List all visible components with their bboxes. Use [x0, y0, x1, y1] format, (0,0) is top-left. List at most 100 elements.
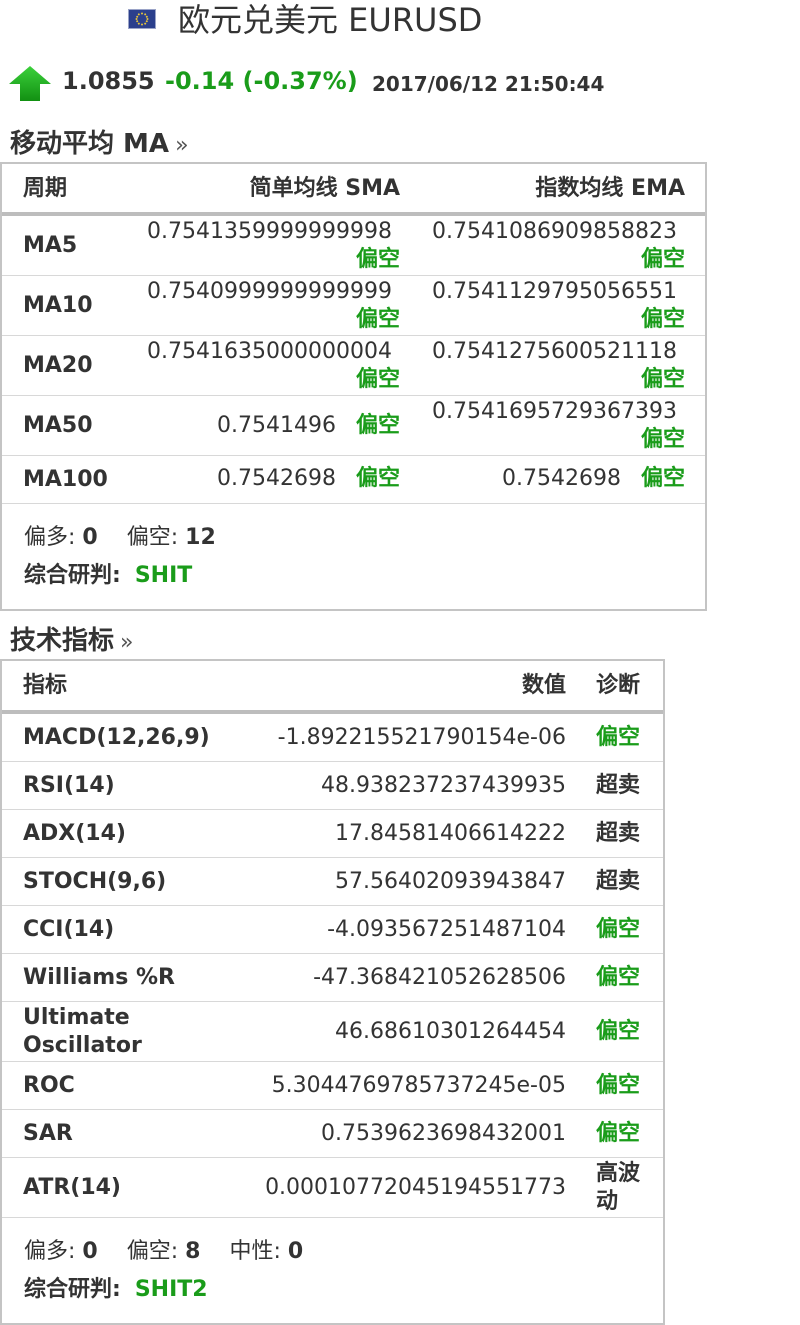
bull-label: 偏多: [24, 1239, 76, 1264]
indicator-value: 46.68610301264454 [335, 1019, 566, 1044]
table-row: RSI(14) 48.938237237439935 超卖 [2, 762, 663, 810]
up-arrow-icon [8, 64, 52, 102]
indicator-diagnosis: 超卖 [596, 821, 641, 846]
ema-value: 0.7541275600521118 [432, 339, 677, 364]
verdict-label: 综合研判: [24, 563, 121, 588]
quote-bar: 1.0855 -0.14 (-0.37%) 2017/06/12 21:50:4… [0, 60, 800, 104]
col-sma: 简单均线 SMA [249, 176, 400, 201]
indicator-diagnosis: 偏空 [596, 1073, 641, 1098]
indicator-diagnosis: 偏空 [596, 725, 641, 750]
indicator-value: -4.093567251487104 [327, 917, 566, 942]
bull-label: 偏多: [24, 525, 76, 550]
ti-table-header: 指标 数值 诊断 [2, 661, 663, 714]
sma-signal: 偏空 [355, 367, 400, 392]
ema-value: 0.7541129795056551 [432, 279, 677, 304]
indicator-value: 17.84581406614222 [335, 821, 566, 846]
neutral-label: 中性: [229, 1239, 281, 1264]
ma-period: MA50 [23, 413, 93, 438]
verdict-value: SHIT2 [134, 1277, 208, 1302]
table-row: MA20 0.7541635000000004 偏空 0.75412756005… [2, 336, 705, 396]
page-title: 欧元兑美元 EURUSD [178, 1, 483, 39]
ti-section-title[interactable]: 技术指标» [10, 625, 133, 659]
indicator-value: 0.00010772045194551773 [265, 1175, 566, 1200]
indicator-name: ADX(14) [23, 821, 126, 846]
ema-value: 0.7541695729367393 [432, 399, 677, 424]
indicator-name: ATR(14) [23, 1175, 121, 1200]
header: 欧元兑美元 EURUSD [0, 0, 800, 42]
ti-table: 指标 数值 诊断 MACD(12,26,9) -1.89221552179015… [0, 659, 665, 1325]
ma-period: MA100 [23, 467, 108, 492]
col-indicator: 指标 [23, 673, 68, 698]
ma-period: MA10 [23, 293, 93, 318]
indicator-name: RSI(14) [23, 773, 115, 798]
ma-period: MA20 [23, 353, 93, 378]
indicator-value: -47.368421052628506 [313, 965, 566, 990]
indicator-name: ROC [23, 1073, 75, 1098]
indicator-name: CCI(14) [23, 917, 115, 942]
table-row: ADX(14) 17.84581406614222 超卖 [2, 810, 663, 858]
sma-value: 0.7541496 [217, 413, 336, 438]
price-value: 1.0855 [62, 67, 155, 95]
bear-label: 偏空: [126, 525, 179, 550]
indicator-value: -1.892215521790154e-06 [277, 725, 566, 750]
table-row: Ultimate Oscillator 46.68610301264454 偏空 [2, 1002, 663, 1062]
ma-more-icon[interactable]: » [175, 133, 188, 158]
col-period: 周期 [23, 176, 68, 201]
ma-verdict: 综合研判: SHIT [24, 562, 192, 590]
ti-title-text: 技术指标 [10, 626, 115, 656]
indicator-name: MACD(12,26,9) [23, 725, 210, 750]
table-row: MA5 0.7541359999999998 偏空 0.754108690985… [2, 216, 705, 276]
indicator-diagnosis: 超卖 [596, 869, 641, 894]
bull-count: 0 [82, 1239, 98, 1264]
ma-table: 周期 简单均线 SMA 指数均线 EMA MA5 0.7541359999999… [0, 162, 707, 611]
sma-value: 0.7541359999999998 [147, 219, 392, 244]
table-row: ATR(14) 0.00010772045194551773 高波动 [2, 1158, 663, 1218]
eu-flag-icon [128, 9, 156, 29]
sma-value: 0.7542698 [217, 466, 336, 491]
quote-timestamp: 2017/06/12 21:50:44 [372, 72, 605, 96]
ema-signal: 偏空 [640, 367, 685, 392]
ma-period: MA5 [23, 233, 78, 258]
indicator-diagnosis: 偏空 [596, 965, 641, 990]
ti-counts: 偏多: 0 偏空: 8 中性: 0 [24, 1238, 303, 1266]
sma-signal: 偏空 [355, 307, 400, 332]
bear-count: 12 [185, 525, 216, 550]
table-row: STOCH(9,6) 57.56402093943847 超卖 [2, 858, 663, 906]
neutral-count: 0 [287, 1239, 304, 1264]
table-row: MA50 0.7541496 偏空 0.7541695729367393 偏空 [2, 396, 705, 456]
indicator-value: 48.938237237439935 [321, 773, 566, 798]
indicator-name: Ultimate Oscillator [23, 1005, 142, 1058]
indicator-diagnosis: 偏空 [596, 917, 641, 942]
table-row: MA100 0.7542698 偏空 0.7542698 偏空 [2, 456, 705, 504]
col-ema: 指数均线 EMA [535, 176, 685, 201]
table-row: ROC 5.3044769785737245e-05 偏空 [2, 1062, 663, 1110]
verdict-value: SHIT [134, 563, 193, 588]
bear-label: 偏空: [126, 1239, 179, 1264]
bull-count: 0 [82, 525, 98, 550]
ma-table-header: 周期 简单均线 SMA 指数均线 EMA [2, 164, 705, 216]
table-row: MA10 0.7540999999999999 偏空 0.75411297950… [2, 276, 705, 336]
ti-verdict: 综合研判: SHIT2 [24, 1276, 208, 1304]
col-value: 数值 [521, 673, 566, 698]
ma-section-title[interactable]: 移动平均 MA» [10, 128, 189, 162]
ema-signal: 偏空 [640, 466, 685, 491]
ma-title-text: 移动平均 MA [10, 129, 170, 159]
ema-value: 0.7541086909858823 [432, 219, 677, 244]
table-row: SAR 0.7539623698432001 偏空 [2, 1110, 663, 1158]
indicator-value: 57.56402093943847 [335, 869, 566, 894]
indicator-value: 5.3044769785737245e-05 [271, 1073, 566, 1098]
ema-value: 0.7542698 [502, 466, 621, 491]
sma-signal: 偏空 [355, 413, 400, 438]
ti-more-icon[interactable]: » [120, 630, 133, 655]
price-change: -0.14 (-0.37%) [165, 67, 358, 95]
col-diagnosis: 诊断 [596, 673, 641, 698]
ema-signal: 偏空 [640, 427, 685, 452]
sma-value: 0.7540999999999999 [147, 279, 392, 304]
bear-count: 8 [185, 1239, 201, 1264]
table-row: Williams %R -47.368421052628506 偏空 [2, 954, 663, 1002]
indicator-diagnosis: 超卖 [596, 773, 641, 798]
sma-signal: 偏空 [355, 247, 400, 272]
indicator-value: 0.7539623698432001 [321, 1121, 566, 1146]
sma-value: 0.7541635000000004 [147, 339, 392, 364]
indicator-diagnosis: 高波动 [596, 1161, 641, 1214]
